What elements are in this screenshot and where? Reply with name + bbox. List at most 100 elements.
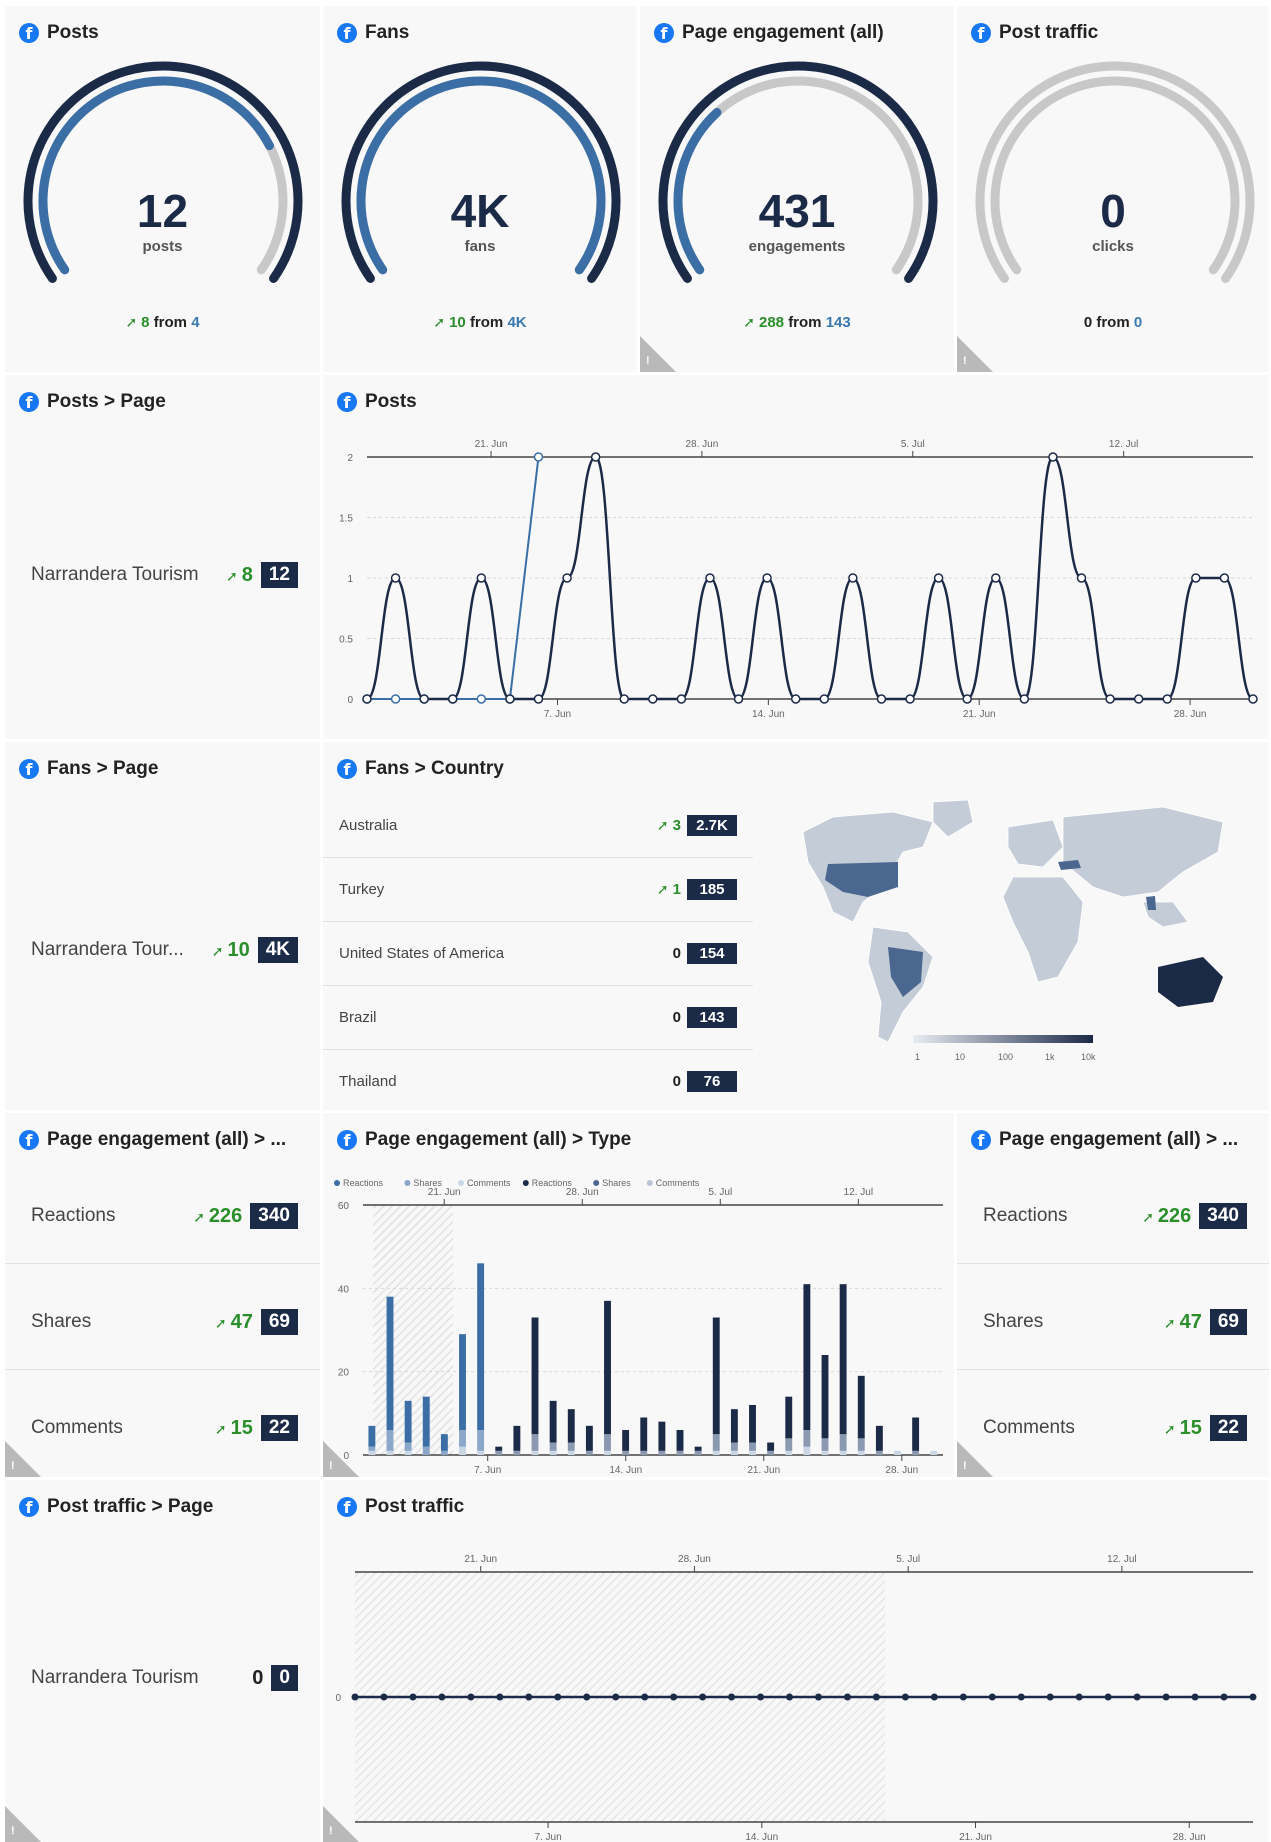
bar-shares: [440, 1450, 448, 1455]
bar-shares: [531, 1434, 539, 1451]
data-point: [901, 1693, 909, 1701]
bar-comments: [839, 1450, 847, 1455]
data-point: [467, 1693, 475, 1701]
warning-icon[interactable]: [957, 1441, 993, 1477]
engagement-row[interactable]: Reactions ➚ 226 340: [957, 1201, 1269, 1231]
bar-shares: [585, 1450, 593, 1455]
value-badge: 4K: [257, 937, 298, 963]
data-point-current: [705, 573, 715, 583]
value-badge: 69: [260, 1309, 298, 1335]
country-name: Australia: [339, 817, 398, 834]
bar-reactions: [368, 1425, 376, 1447]
page-name[interactable]: Narrandera Tour...: [31, 939, 212, 961]
data-point: [1104, 1693, 1112, 1701]
page-name[interactable]: Narrandera Tourism: [31, 1667, 252, 1689]
x-top-tick-label: 5. Jul: [708, 1187, 732, 1198]
warning-icon[interactable]: [957, 336, 993, 372]
data-point-current: [619, 694, 629, 704]
posts-line-chart[interactable]: 0 0.5 1 1.5 2 21. Jun 28. Jun 5. Jul 12. Jul 7. J…: [323, 375, 1269, 739]
fans-page-tile[interactable]: f Fans > Page Narrandera Tour... ➚ 10 4K: [5, 742, 320, 1110]
bar-comments: [930, 1450, 938, 1455]
warning-icon[interactable]: [323, 1441, 359, 1477]
warning-icon[interactable]: [640, 336, 676, 372]
bar-reactions: [567, 1409, 575, 1443]
data-point-current: [1219, 573, 1230, 583]
value-badge: 185: [687, 879, 737, 900]
data-point: [872, 1693, 880, 1701]
bar-shares: [857, 1438, 865, 1451]
data-point-current: [1048, 452, 1058, 462]
bar-reactions: [676, 1430, 684, 1451]
engagement-type-tile[interactable]: f Page engagement (all) > Type 0 20 40 60 21.…: [323, 1113, 954, 1477]
tile-title: f Fans > Country: [337, 756, 504, 782]
divider: [957, 1369, 1269, 1370]
bar-reactions: [785, 1396, 793, 1439]
engagement-right-tile[interactable]: f Page engagement (all) > ... Reactions ➚ 22…: [957, 1113, 1269, 1477]
gauge-value: 431: [758, 185, 836, 237]
value-badge: 340: [1199, 1203, 1247, 1229]
gauge-tile-posts[interactable]: f Posts 12 posts ➚ 8 from 4: [5, 6, 320, 372]
gauge-change: ➚ 10 from 4K: [433, 314, 527, 331]
country-row[interactable]: Brazil 0 143: [323, 986, 753, 1050]
data-point: [1191, 1693, 1199, 1701]
bar-reactions: [585, 1425, 593, 1451]
data-point: [438, 1693, 446, 1701]
legend-marker: [458, 1180, 464, 1186]
engagement-row[interactable]: Comments ➚ 15 22: [5, 1413, 320, 1443]
bar-shares: [513, 1450, 521, 1455]
warning-icon[interactable]: [323, 1806, 359, 1842]
change-value: ➚ 226: [193, 1204, 243, 1227]
country-name: United States of America: [339, 945, 505, 962]
fans-country-tile[interactable]: f Fans > Country Australia ➚ 3 2.7K Turkey ➚ 1 1…: [323, 742, 1269, 1110]
post-traffic-line-chart[interactable]: 0 21. Jun 28. Jun 5. Jul 12. Jul 7. Jun 14. Ju…: [323, 1480, 1269, 1842]
bar-reactions: [422, 1396, 430, 1447]
engagement-row[interactable]: Shares ➚ 47 69: [957, 1307, 1269, 1337]
engagement-row[interactable]: Reactions ➚ 226 340: [5, 1201, 320, 1231]
posts-chart-tile[interactable]: f Posts 0 0.5 1 1.5 2 21. Jun 28. Jun 5. Jul 12. …: [323, 375, 1269, 739]
engagement-left-tile[interactable]: f Page engagement (all) > ... Reactions ➚ 22…: [5, 1113, 320, 1477]
country-row[interactable]: Thailand 0 76: [323, 1050, 753, 1110]
country-name: Turkey: [339, 881, 385, 898]
gauge-tile-post-traffic[interactable]: f Post traffic 0 clicks 0 from 0: [957, 6, 1269, 372]
bar-shares: [459, 1430, 466, 1447]
value-badge: 76: [687, 1071, 737, 1092]
world-map[interactable]: 1 10 100 1k 10k: [763, 792, 1243, 1082]
data-point: [959, 1693, 967, 1701]
bar-reactions: [622, 1430, 630, 1451]
legend-label: Shares: [413, 1178, 442, 1188]
map-scale-label: 10: [955, 1052, 965, 1062]
data-point-current: [505, 694, 515, 704]
legend-label: Comments: [656, 1178, 700, 1188]
data-point-current: [762, 573, 772, 583]
engagement-row[interactable]: Shares ➚ 47 69: [5, 1307, 320, 1337]
country-row[interactable]: United States of America 0 154: [323, 922, 753, 986]
warning-icon[interactable]: [5, 1441, 41, 1477]
x-top-tick-label: 12. Jul: [1107, 1554, 1136, 1565]
country-row[interactable]: Turkey ➚ 1 185: [323, 858, 753, 922]
data-point-current: [1133, 694, 1144, 704]
bar-reactions: [386, 1296, 394, 1430]
x-top-tick-label: 5. Jul: [901, 439, 925, 450]
data-point: [1133, 1693, 1141, 1701]
gauge-tile-page-engagement[interactable]: f Page engagement (all) 431 engagements ➚ 288…: [640, 6, 954, 372]
posts-page-tile[interactable]: f Posts > Page Narrandera Tourism ➚ 8 12: [5, 375, 320, 739]
gauge-tile-fans[interactable]: f Fans 4K fans ➚ 10 from 4K: [323, 6, 637, 372]
warning-icon[interactable]: [5, 1806, 41, 1842]
page-name[interactable]: Narrandera Tourism: [31, 564, 226, 586]
bar-shares: [368, 1446, 376, 1451]
bar-comments: [749, 1450, 756, 1455]
data-point: [757, 1693, 765, 1701]
gauge-change: ➚ 288 from 143: [743, 314, 851, 331]
bar-shares: [767, 1450, 775, 1455]
country-row[interactable]: Australia ➚ 3 2.7K: [323, 794, 753, 858]
data-point: [930, 1693, 938, 1701]
change-value: ➚ 8: [226, 563, 253, 586]
data-point: [409, 1693, 417, 1701]
engagement-row[interactable]: Comments ➚ 15 22: [957, 1413, 1269, 1443]
engagement-bar-chart[interactable]: 020406021. Jun 28. Jun 5. Jul 12. Jul7. Jun…: [323, 1113, 954, 1477]
map-africa: [1002, 876, 1084, 983]
post-traffic-page-tile[interactable]: f Post traffic > Page Narrandera Tourism …: [5, 1480, 320, 1842]
facebook-icon: f: [337, 759, 357, 779]
change-value: ➚ 47: [1163, 1310, 1202, 1333]
post-traffic-chart-tile[interactable]: f Post traffic 0 21. Jun 28. Jun 5. Jul 12. J…: [323, 1480, 1269, 1842]
